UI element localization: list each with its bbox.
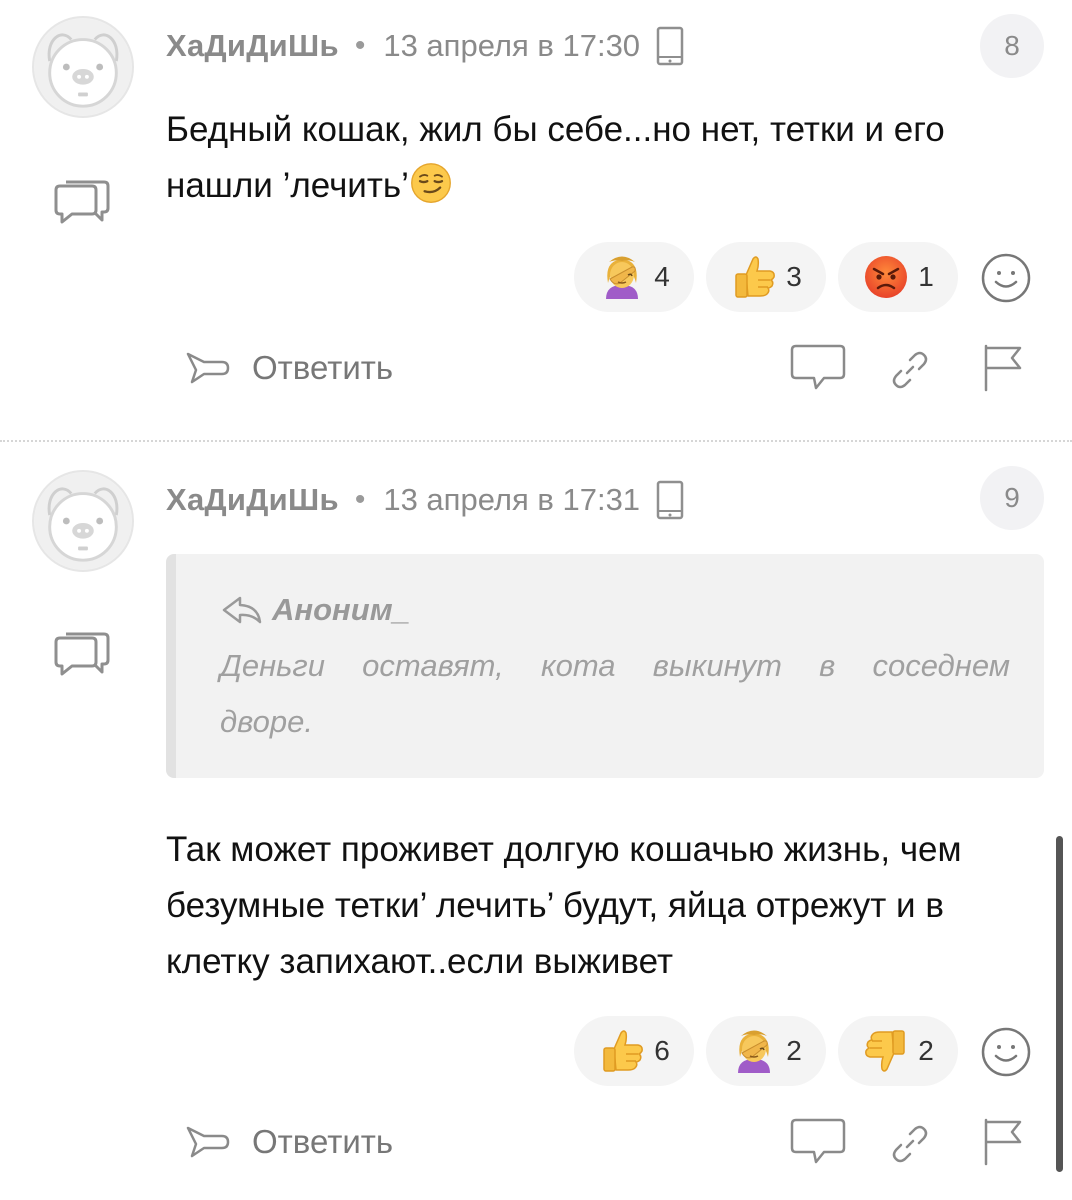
reply-button[interactable]: Ответить <box>182 1112 393 1172</box>
reaction-thumbs-up[interactable]: 3 <box>706 242 826 312</box>
smirk-emoji-icon <box>409 161 453 205</box>
quote-author-row: Аноним_ <box>220 592 410 628</box>
phone-icon <box>656 26 684 66</box>
phone-icon <box>656 480 684 520</box>
separator-dot: • <box>354 29 366 62</box>
comment: ХаДиДиШь • 13 апреля в 17:31 9 Аноним_ Д… <box>0 444 1072 1200</box>
quote-author[interactable]: Аноним_ <box>272 592 410 628</box>
reactions-bar: 6 2 2 <box>574 1016 958 1086</box>
comment-number-badge[interactable]: 9 <box>980 466 1044 530</box>
comment-date[interactable]: 13 апреля в 17:30 <box>383 28 640 64</box>
add-reaction-smile-icon[interactable] <box>980 252 1032 304</box>
comment-text: Так может проживет долгую кошачью жизнь,… <box>166 830 962 981</box>
comment-bubble-icon[interactable] <box>790 342 846 394</box>
comment-text: Бедный кошак, жил бы себе...но нет, тетк… <box>166 102 1046 214</box>
reply-label: Ответить <box>252 1123 394 1160</box>
reply-arrow-icon <box>182 1122 234 1162</box>
reaction-thumbs-up[interactable]: 6 <box>574 1016 694 1086</box>
reaction-facepalm[interactable]: 2 <box>706 1016 826 1086</box>
comment-text-content: Бедный кошак, жил бы себе...но нет, тетк… <box>166 110 945 205</box>
reaction-count: 4 <box>654 261 670 292</box>
comment-actions: Ответить <box>0 1112 1072 1172</box>
author-name[interactable]: ХаДиДиШь <box>166 28 339 64</box>
avatar[interactable] <box>32 16 134 118</box>
reaction-count: 6 <box>654 1035 670 1066</box>
link-icon[interactable] <box>888 348 932 392</box>
reply-arrow-icon <box>182 348 234 388</box>
comment-header: ХаДиДиШь • 13 апреля в 17:30 <box>166 26 684 66</box>
comment-date[interactable]: 13 апреля в 17:31 <box>383 482 640 518</box>
comment-number-badge[interactable]: 8 <box>980 14 1044 78</box>
reaction-count: 2 <box>918 1035 934 1066</box>
comment: ХаДиДиШь • 13 апреля в 17:30 8 Бедный ко… <box>0 0 1072 440</box>
reactions-bar: 4 3 1 <box>574 242 958 312</box>
add-reaction-smile-icon[interactable] <box>980 1026 1032 1078</box>
scrollbar[interactable] <box>1056 836 1063 1172</box>
author-name[interactable]: ХаДиДиШь <box>166 482 339 518</box>
quote-reply-icon <box>220 594 264 626</box>
facepalm-emoji-icon <box>730 1027 778 1075</box>
reaction-count: 1 <box>918 261 934 292</box>
separator-dot: • <box>354 483 366 516</box>
thumbs-up-emoji-icon <box>730 253 778 301</box>
angry-face-emoji-icon <box>862 253 910 301</box>
thumbs-up-emoji-icon <box>598 1027 646 1075</box>
comment-header: ХаДиДиШь • 13 апреля в 17:31 <box>166 480 684 520</box>
avatar[interactable] <box>32 470 134 572</box>
flag-icon[interactable] <box>980 1116 1024 1168</box>
reply-label: Ответить <box>252 349 394 386</box>
quoted-comment[interactable]: Аноним_ Деньги оставят, кота выкинут в с… <box>166 554 1044 778</box>
reply-button[interactable]: Ответить <box>182 338 393 398</box>
comment-actions: Ответить <box>0 338 1072 398</box>
reaction-count: 2 <box>786 1035 802 1066</box>
reaction-facepalm[interactable]: 4 <box>574 242 694 312</box>
chat-icon[interactable] <box>52 628 110 678</box>
flag-icon[interactable] <box>980 342 1024 394</box>
facepalm-emoji-icon <box>598 253 646 301</box>
thumbs-down-emoji-icon <box>862 1027 910 1075</box>
reaction-thumbs-down[interactable]: 2 <box>838 1016 958 1086</box>
reaction-count: 3 <box>786 261 802 292</box>
chat-icon[interactable] <box>52 176 110 226</box>
reaction-angry[interactable]: 1 <box>838 242 958 312</box>
comment-divider <box>0 440 1072 442</box>
quote-text: Деньги оставят, кота выкинут в соседнем … <box>220 648 1010 739</box>
link-icon[interactable] <box>888 1122 932 1166</box>
comment-bubble-icon[interactable] <box>790 1116 846 1168</box>
